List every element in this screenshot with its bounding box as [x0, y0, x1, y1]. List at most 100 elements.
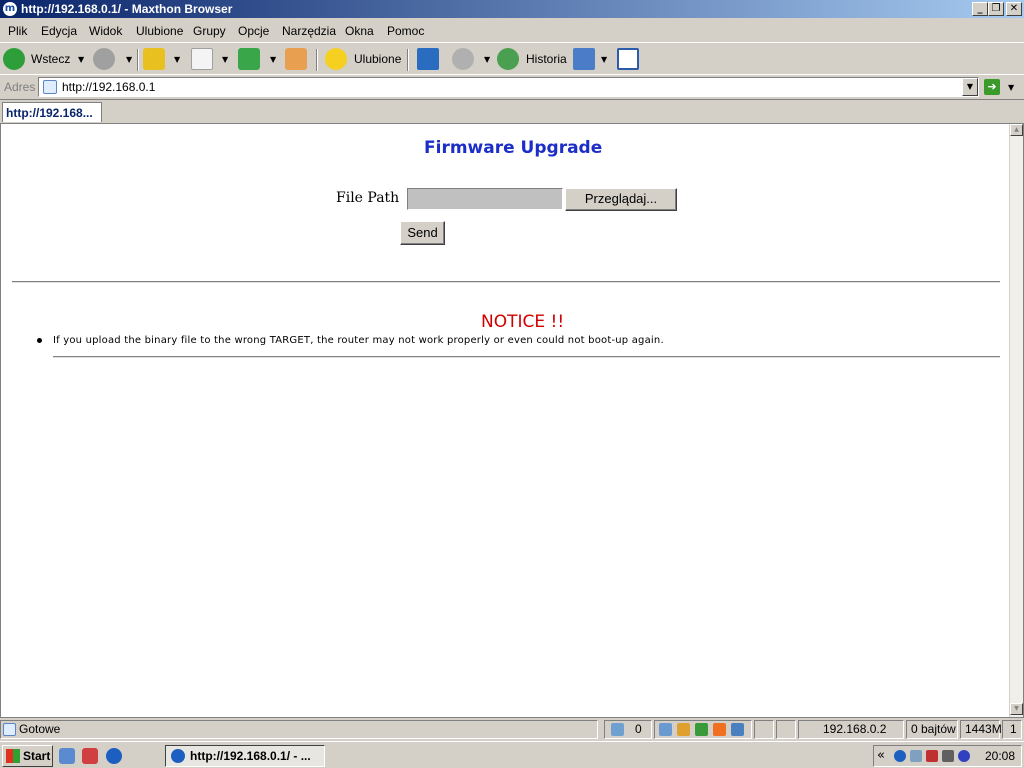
- vertical-scrollbar[interactable]: ▲ ▼: [1009, 124, 1023, 717]
- minimize-button[interactable]: _: [972, 2, 988, 16]
- close-button[interactable]: ✕: [1006, 2, 1022, 16]
- address-input[interactable]: http://192.168.0.1 ▼: [38, 77, 979, 97]
- scroll-down-icon[interactable]: ▼: [1010, 703, 1023, 715]
- go-dropdown-icon[interactable]: ▼: [1008, 83, 1014, 92]
- notice-heading: NOTICE !!: [481, 312, 565, 332]
- refresh-icon[interactable]: [238, 48, 260, 70]
- system-tray: « 20:08: [873, 745, 1022, 767]
- memory-panel: 1443M: [960, 720, 1002, 739]
- address-url[interactable]: http://192.168.0.1: [62, 80, 155, 94]
- forward-arrow-icon[interactable]: [93, 48, 115, 70]
- stop-dropdown-icon[interactable]: ▼: [222, 55, 228, 64]
- menu-widok[interactable]: Widok: [89, 24, 122, 38]
- page-title: Firmware Upgrade: [424, 138, 603, 158]
- tab-strip: http://192.168...: [0, 99, 1024, 123]
- tray-antivirus-icon[interactable]: [958, 750, 970, 762]
- address-label: Adres: [4, 80, 36, 94]
- page-status-icon: [3, 723, 16, 736]
- status-icons-panel: [654, 720, 752, 739]
- home-icon[interactable]: [285, 48, 307, 70]
- bullet-icon: [37, 338, 42, 343]
- image-toggle-icon[interactable]: [695, 723, 708, 736]
- window-title: http://192.168.0.1/ - Maxthon Browser: [21, 2, 233, 16]
- back-button-label[interactable]: Wstecz: [31, 52, 70, 66]
- title-bar: m http://192.168.0.1/ - Maxthon Browser …: [0, 0, 1024, 18]
- toolbar: Wstecz ▼ ▼ ▼ ▼ ▼ Ulubione ▼ Historia ▼: [0, 42, 1024, 74]
- notice-item: If you upload the binary file to the wro…: [53, 335, 664, 346]
- stop-icon[interactable]: [191, 48, 213, 70]
- address-dropdown-icon[interactable]: ▼: [962, 78, 978, 96]
- menu-narzedzia[interactable]: Narzędzia: [282, 24, 336, 38]
- taskbar: Start http://192.168.0.1/ - ... « 20:08: [0, 741, 1024, 768]
- flash-toggle-icon[interactable]: [713, 723, 726, 736]
- file-path-label: File Path: [336, 190, 400, 206]
- menu-bar: Plik Edycja Widok Ulubione Grupy Opcje N…: [0, 20, 1024, 42]
- refresh-dropdown-icon[interactable]: ▼: [270, 55, 276, 64]
- menu-ulubione[interactable]: Ulubione: [136, 24, 183, 38]
- menu-edycja[interactable]: Edycja: [41, 24, 77, 38]
- start-label: Start: [23, 749, 51, 763]
- page-number-panel: 1: [1002, 720, 1022, 739]
- history-clock-icon[interactable]: [497, 48, 519, 70]
- popup-blocker-icon[interactable]: [611, 723, 624, 736]
- scroll-up-icon[interactable]: ▲: [1010, 124, 1023, 136]
- back-dropdown-icon[interactable]: ▼: [78, 55, 84, 64]
- history-button-label[interactable]: Historia: [526, 52, 567, 66]
- toolbar-separator: [407, 49, 409, 71]
- maximize-button[interactable]: ❐: [988, 2, 1004, 16]
- taskbar-window-label: http://192.168.0.1/ - ...: [190, 749, 311, 763]
- address-bar: Adres http://192.168.0.1 ▼ ➜ ▼: [0, 74, 1024, 98]
- menu-grupy[interactable]: Grupy: [193, 24, 226, 38]
- quicklaunch-maxthon-icon[interactable]: [106, 748, 122, 764]
- menu-okna[interactable]: Okna: [345, 24, 374, 38]
- browse-button[interactable]: Przeglądaj...: [565, 188, 677, 211]
- popup-blocker-panel[interactable]: 0: [604, 720, 652, 739]
- menu-plik[interactable]: Plik: [8, 24, 27, 38]
- quicklaunch-ie-icon[interactable]: [59, 748, 75, 764]
- send-button[interactable]: Send: [400, 221, 445, 245]
- menu-opcje[interactable]: Opcje: [238, 24, 269, 38]
- favorites-button-label[interactable]: Ulubione: [354, 52, 401, 66]
- go-arrow-icon[interactable]: ➜: [984, 79, 1000, 95]
- new-window-icon[interactable]: [417, 48, 439, 70]
- toolbar-separator: [137, 49, 139, 71]
- up-folder-icon[interactable]: [143, 48, 165, 70]
- tray-network-icon[interactable]: [926, 750, 938, 762]
- up-dropdown-icon[interactable]: ▼: [174, 55, 180, 64]
- popup-count: 0: [635, 722, 642, 736]
- ip-panel: 192.168.0.2: [798, 720, 904, 739]
- quicklaunch-app-icon[interactable]: [82, 748, 98, 764]
- status-empty-panel: [754, 720, 774, 739]
- tray-maxthon-icon[interactable]: [894, 750, 906, 762]
- skin-icon[interactable]: [659, 723, 672, 736]
- tray-wireless-icon[interactable]: [910, 750, 922, 762]
- undo-close-icon[interactable]: [452, 48, 474, 70]
- bytes-panel: 0 bajtów: [906, 720, 958, 739]
- maxthon-app-icon: m: [3, 2, 17, 16]
- undo-dropdown-icon[interactable]: ▼: [484, 55, 490, 64]
- taskbar-window-button[interactable]: http://192.168.0.1/ - ...: [165, 745, 325, 767]
- status-text: Gotowe: [19, 722, 61, 736]
- tray-volume-icon[interactable]: [942, 750, 954, 762]
- back-arrow-icon[interactable]: [3, 48, 25, 70]
- status-empty-panel: [776, 720, 796, 739]
- tray-expand-icon[interactable]: «: [877, 748, 885, 763]
- page-content: Firmware Upgrade File Path Przeglądaj...…: [0, 123, 1024, 718]
- clock: 20:08: [984, 749, 1015, 763]
- forward-dropdown-icon[interactable]: ▼: [126, 55, 132, 64]
- favorites-star-icon[interactable]: [325, 48, 347, 70]
- tools-dropdown-icon[interactable]: ▼: [601, 55, 607, 64]
- ad-hunter-icon[interactable]: [677, 723, 690, 736]
- sidebar-panel-icon[interactable]: [617, 48, 639, 70]
- tools-icon[interactable]: [573, 48, 595, 70]
- divider: [12, 281, 1000, 283]
- menu-pomoc[interactable]: Pomoc: [387, 24, 424, 38]
- proxy-icon[interactable]: [731, 723, 744, 736]
- file-path-input[interactable]: [407, 188, 563, 210]
- tab-router-page[interactable]: http://192.168...: [2, 102, 102, 122]
- windows-logo-icon: [6, 749, 20, 763]
- status-text-panel: Gotowe: [0, 720, 598, 739]
- start-button[interactable]: Start: [2, 745, 53, 767]
- page-globe-icon: [43, 80, 57, 94]
- toolbar-separator: [316, 49, 318, 71]
